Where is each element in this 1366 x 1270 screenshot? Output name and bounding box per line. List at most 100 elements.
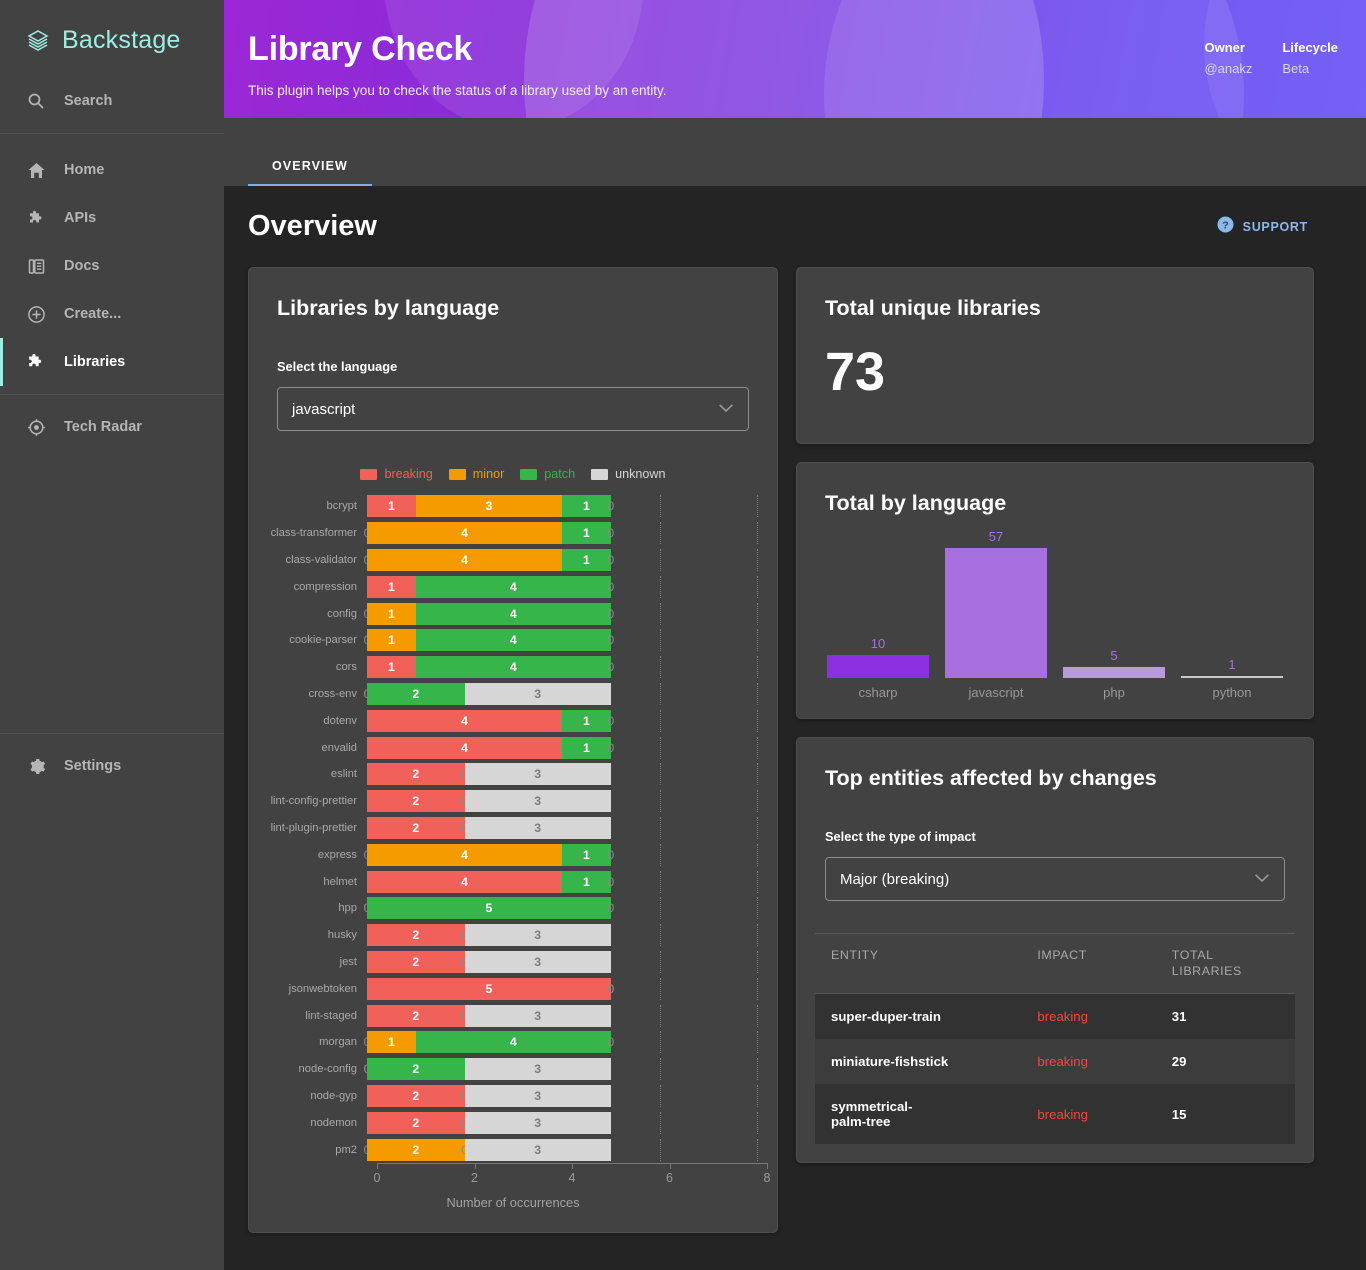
chart-segment-patch: 1 [562, 709, 611, 732]
chart-gridline [659, 924, 661, 947]
chart-axis-tick-label: 6 [666, 1170, 673, 1185]
chart-row-label: node-config [298, 1063, 357, 1076]
chevron-down-icon [1254, 870, 1270, 888]
chart-row: node-gyp 2003 [261, 1083, 765, 1110]
chart-gridline [757, 897, 758, 920]
chart-axis-tick-mark [572, 1162, 573, 1169]
sidebar-item-docs[interactable]: Docs [0, 242, 224, 290]
chart-segment-minor: 2 [367, 1138, 465, 1161]
table-row[interactable]: miniature-fishstick breaking 29 [815, 1039, 1295, 1084]
sidebar-item-search[interactable]: Search [0, 77, 224, 125]
chart-row-label: husky [327, 929, 357, 942]
table-row[interactable]: symmetrical-palm-tree breaking 15 [815, 1084, 1295, 1144]
chart-segment-patch: 1 [562, 870, 611, 893]
chart-gridline [757, 924, 758, 947]
chart-gridline [757, 629, 758, 652]
chart-row-bars: 5000 [367, 977, 765, 1000]
language-bar-value: 10 [870, 636, 886, 652]
legend-item-unknown[interactable]: unknown [591, 467, 666, 481]
chart-segment-minor: 4 [367, 522, 562, 545]
chart-gridline [757, 548, 758, 571]
main-area: Library Check This plugin helps you to c… [224, 0, 1366, 1270]
language-bar-group: 1 python [1181, 657, 1283, 700]
help-circle-icon: ? [1217, 216, 1234, 238]
chart-segment-breaking: 2 [367, 790, 465, 813]
table-row[interactable]: super-duper-train breaking 31 [815, 993, 1295, 1039]
sidebar-item-home[interactable]: Home [0, 146, 224, 194]
language-bar-value: 1 [1228, 656, 1236, 672]
chart-row-bars: 0410 [364, 548, 765, 571]
right-column: Total unique libraries 73 Total by langu… [796, 267, 1314, 1163]
app-root: Backstage Search Home APIs Docs Create..… [0, 0, 1366, 1270]
language-bar[interactable] [945, 548, 1047, 678]
cell-entity: miniature-fishstick [831, 1054, 949, 1069]
chart-segment-patch: 4 [415, 629, 611, 652]
impact-select-value: Major (breaking) [840, 870, 950, 888]
chart-row-label: helmet [323, 875, 357, 888]
chart-gridline [659, 682, 661, 705]
language-bar[interactable] [1063, 666, 1165, 678]
chart-segment-breaking: 5 [367, 977, 611, 1000]
chart-gridline [757, 1031, 758, 1054]
table-body: super-duper-train breaking 31 miniature-fis… [815, 993, 1295, 1144]
chart-segment-minor: 4 [367, 548, 562, 571]
sidebar-item-apis[interactable]: APIs [0, 194, 224, 242]
sidebar-divider-1 [0, 133, 224, 134]
legend-label: unknown [615, 467, 666, 481]
chart-segment-unknown: 3 [464, 790, 611, 813]
chart-row-label: config [327, 607, 357, 620]
chart-axis-tick-label: 0 [373, 1170, 381, 1185]
header-meta: Owner @anakz Lifecycle Beta [1204, 40, 1338, 76]
tab-overview[interactable]: OVERVIEW [248, 158, 372, 187]
chart-gridline [757, 602, 758, 625]
chart-row: class-validator 0410 [261, 547, 765, 574]
brand[interactable]: Backstage [0, 0, 224, 77]
page-title: Library Check [248, 30, 473, 68]
support-button[interactable]: ? SUPPORT [1217, 216, 1308, 238]
tab-label: OVERVIEW [272, 158, 348, 173]
sidebar-item-settings[interactable]: Settings [0, 742, 224, 790]
language-bar[interactable] [827, 655, 929, 678]
impact-select[interactable]: Major (breaking) [825, 857, 1285, 901]
sidebar-item-create[interactable]: Create... [0, 290, 224, 338]
chart-segment-unknown: 3 [464, 1004, 611, 1027]
chart-segment-patch: 2 [367, 682, 465, 705]
lifecycle-value: Beta [1282, 61, 1310, 76]
chart-gridline [659, 816, 661, 839]
chart-axis-tick-mark [767, 1162, 768, 1169]
sidebar-item-tech-radar[interactable]: Tech Radar [0, 403, 224, 451]
chart-row-label: eslint [330, 768, 357, 781]
entities-table-wrap: ENTITY IMPACT TOTAL LIBRARIES super-duper… [797, 901, 1313, 1152]
chart-gridline [757, 575, 758, 598]
chart-segment-breaking: 4 [367, 709, 562, 732]
chart-gridline [659, 1138, 661, 1161]
chart-gridline [757, 495, 758, 518]
owner-value: @anakz [1204, 61, 1253, 76]
chart-row-bars: 4010 [367, 709, 765, 732]
chart-row-bars: 0140 [364, 602, 765, 625]
chart-gridline [659, 1111, 661, 1134]
sidebar-item-label: Settings [64, 758, 122, 774]
language-select[interactable]: javascript [277, 387, 749, 431]
owner-label: Owner [1204, 40, 1245, 55]
legend-item-breaking[interactable]: breaking [360, 467, 433, 481]
language-bar[interactable] [1181, 675, 1283, 678]
chart-segment-patch: 1 [562, 548, 611, 571]
chart-segment-patch: 1 [562, 843, 611, 866]
legend-item-minor[interactable]: minor [448, 467, 504, 481]
chart-row-bars: 4010 [367, 736, 765, 759]
sidebar: Backstage Search Home APIs Docs Create..… [0, 0, 224, 1270]
chart-row: compression 1040 [261, 573, 765, 600]
chart-segment-patch: 4 [415, 602, 611, 625]
card-title: Top entities affected by changes [825, 766, 1157, 790]
chart-row: lint-staged 2003 [261, 1002, 765, 1029]
chart-axis-tick-label: 8 [763, 1170, 771, 1185]
chart-gridline [757, 682, 758, 705]
chart-segment-patch: 4 [415, 1031, 611, 1054]
chart-row-bars: 1310 [367, 495, 765, 518]
search-icon [26, 91, 46, 111]
language-bar-value: 57 [988, 529, 1004, 544]
sidebar-item-libraries[interactable]: Libraries [0, 338, 224, 386]
chart-gridline [659, 575, 661, 598]
legend-item-patch[interactable]: patch [520, 467, 575, 481]
